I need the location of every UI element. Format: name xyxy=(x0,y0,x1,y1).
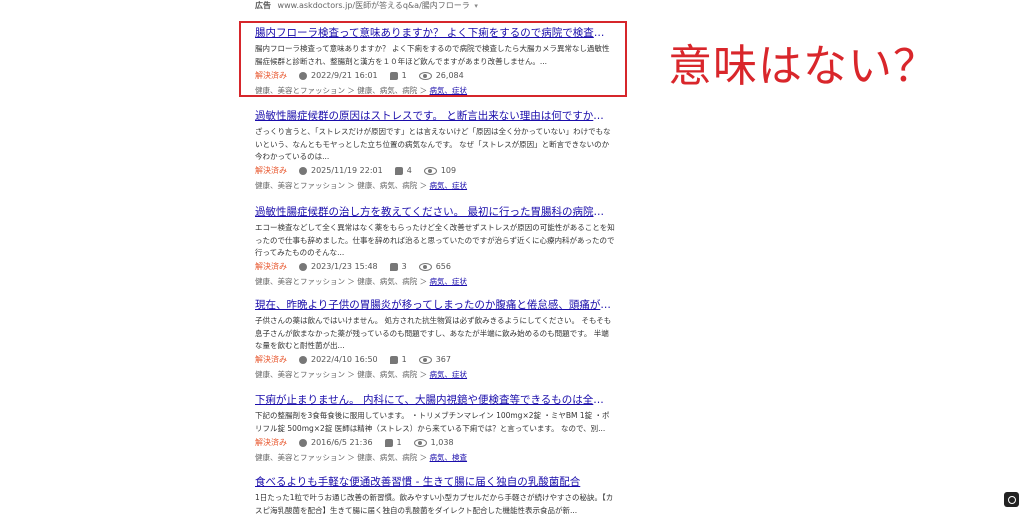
answer-icon xyxy=(384,439,393,447)
category-path: 健康、美容とファッション ＞ 健康、病気、病院 ＞ xyxy=(255,277,430,286)
answer-icon xyxy=(389,263,398,271)
result-title-link[interactable]: 現在、昨晩より子供の胃腸炎が移ってしまったのか腹痛と倦怠感、頭痛があり寝… xyxy=(255,299,613,312)
result-title-link[interactable]: 過敏性腸症候群の原因はストレスです。 と断言出来ない理由は何ですか？ 今時点… xyxy=(255,110,613,123)
clock-icon xyxy=(299,263,307,271)
view-count: 367 xyxy=(435,355,451,364)
status-badge: 解決済み xyxy=(255,166,287,175)
result-snippet: エコー検査などして全く異常はなく薬をもらったけど全く改善せずストレスが原因の可能… xyxy=(255,223,615,257)
eye-icon xyxy=(418,263,432,271)
status-badge: 解決済み xyxy=(255,262,287,271)
search-result: 過敏性腸症候群の原因はストレスです。 と断言出来ない理由は何ですか？ 今時点… … xyxy=(255,110,615,191)
result-meta: 解決済み 2025/11/19 22:01 4 109 xyxy=(255,165,615,177)
ad-header: 広告 www.askdoctors.jp/医師が答えるq&a/腸内フローラ ▾ xyxy=(255,0,478,11)
clock-icon xyxy=(299,167,307,175)
result-meta: 解決済み 2023/1/23 15:48 3 656 xyxy=(255,261,615,273)
eye-icon xyxy=(418,356,432,364)
status-badge: 解決済み xyxy=(255,355,287,364)
result-title-link[interactable]: 過敏性腸症候群の治し方を教えてください。 最初に行った胃腸科の病院で胃カメ… xyxy=(255,206,613,219)
post-date: 2025/11/19 22:01 xyxy=(311,166,383,175)
ad-title-link[interactable]: 食べるよりも手軽な便通改善習慣 - 生きて腸に届く独自の乳酸菌配合 xyxy=(255,476,613,489)
view-count: 1,038 xyxy=(430,438,454,447)
clock-icon xyxy=(299,356,307,364)
answer-icon xyxy=(389,356,398,364)
result-meta: 解決済み 2022/4/10 16:50 1 367 xyxy=(255,354,615,366)
ad-label: 広告 xyxy=(255,1,271,10)
status-badge: 解決済み xyxy=(255,438,287,447)
category-breadcrumb: 健康、美容とファッション ＞ 健康、病気、病院 ＞ 病気、症状 xyxy=(255,180,615,191)
search-result: 現在、昨晩より子供の胃腸炎が移ってしまったのか腹痛と倦怠感、頭痛があり寝… 子供… xyxy=(255,299,615,380)
result-snippet: 子供さんの薬は飲んではいけません。 処方された抗生物質は必ず飲みきるようにしてく… xyxy=(255,316,612,350)
view-count: 109 xyxy=(440,166,457,175)
post-date: 2016/6/5 21:36 xyxy=(311,438,373,447)
ad-url[interactable]: www.askdoctors.jp/医師が答えるq&a/腸内フローラ xyxy=(278,1,470,10)
result-title-link[interactable]: 下痢が止まりません。 内科にて、大腸内視鏡や便検査等できるものは全部検査し… xyxy=(255,394,613,407)
category-path: 健康、美容とファッション ＞ 健康、病気、病院 ＞ xyxy=(255,453,430,462)
search-result: 過敏性腸症候群の治し方を教えてください。 最初に行った胃腸科の病院で胃カメ… エ… xyxy=(255,206,615,287)
category-link[interactable]: 病気、症状 xyxy=(430,181,468,190)
result-snippet: 下記の整腸剤を3食毎食後に服用しています。 ・トリメブチンマレイン 100mg×… xyxy=(255,411,610,433)
ad-result: 食べるよりも手軽な便通改善習慣 - 生きて腸に届く独自の乳酸菌配合 1日たった1… xyxy=(255,476,615,529)
answer-count: 4 xyxy=(406,166,412,175)
answer-count: 1 xyxy=(401,355,407,364)
post-date: 2023/1/23 15:48 xyxy=(311,262,378,271)
annotation-text: 意味はない？ xyxy=(668,41,938,92)
category-breadcrumb: 健康、美容とファッション ＞ 健康、病気、病院 ＞ 病気、症状 xyxy=(255,369,615,380)
category-path: 健康、美容とファッション ＞ 健康、病気、病院 ＞ xyxy=(255,370,430,379)
category-path: 健康、美容とファッション ＞ 健康、病気、病院 ＞ xyxy=(255,181,430,190)
answer-count: 3 xyxy=(401,262,407,271)
eye-icon xyxy=(423,167,437,175)
search-result: 下痢が止まりません。 内科にて、大腸内視鏡や便検査等できるものは全部検査し… 下… xyxy=(255,394,615,463)
result-snippet: ざっくり言うと、「ストレスだけが原因です」とは言えないけど「原因は全く分かってい… xyxy=(255,127,611,161)
chevron-down-icon[interactable]: ▾ xyxy=(474,2,478,10)
clock-icon xyxy=(299,439,307,447)
answer-icon xyxy=(394,167,403,175)
category-breadcrumb: 健康、美容とファッション ＞ 健康、病気、病院 ＞ 病気、検査 xyxy=(255,452,615,463)
link-icon[interactable] xyxy=(1004,492,1019,507)
eye-icon xyxy=(413,439,427,447)
category-breadcrumb: 健康、美容とファッション ＞ 健康、病気、病院 ＞ 病気、症状 xyxy=(255,276,615,287)
result-meta: 解決済み 2016/6/5 21:36 1 1,038 xyxy=(255,437,615,449)
category-link[interactable]: 病気、症状 xyxy=(430,277,468,286)
category-link[interactable]: 病気、検査 xyxy=(430,453,468,462)
answer-count: 1 xyxy=(396,438,402,447)
post-date: 2022/4/10 16:50 xyxy=(311,355,378,364)
category-link[interactable]: 病気、症状 xyxy=(430,370,468,379)
view-count: 656 xyxy=(435,262,451,271)
highlight-box xyxy=(239,21,627,97)
